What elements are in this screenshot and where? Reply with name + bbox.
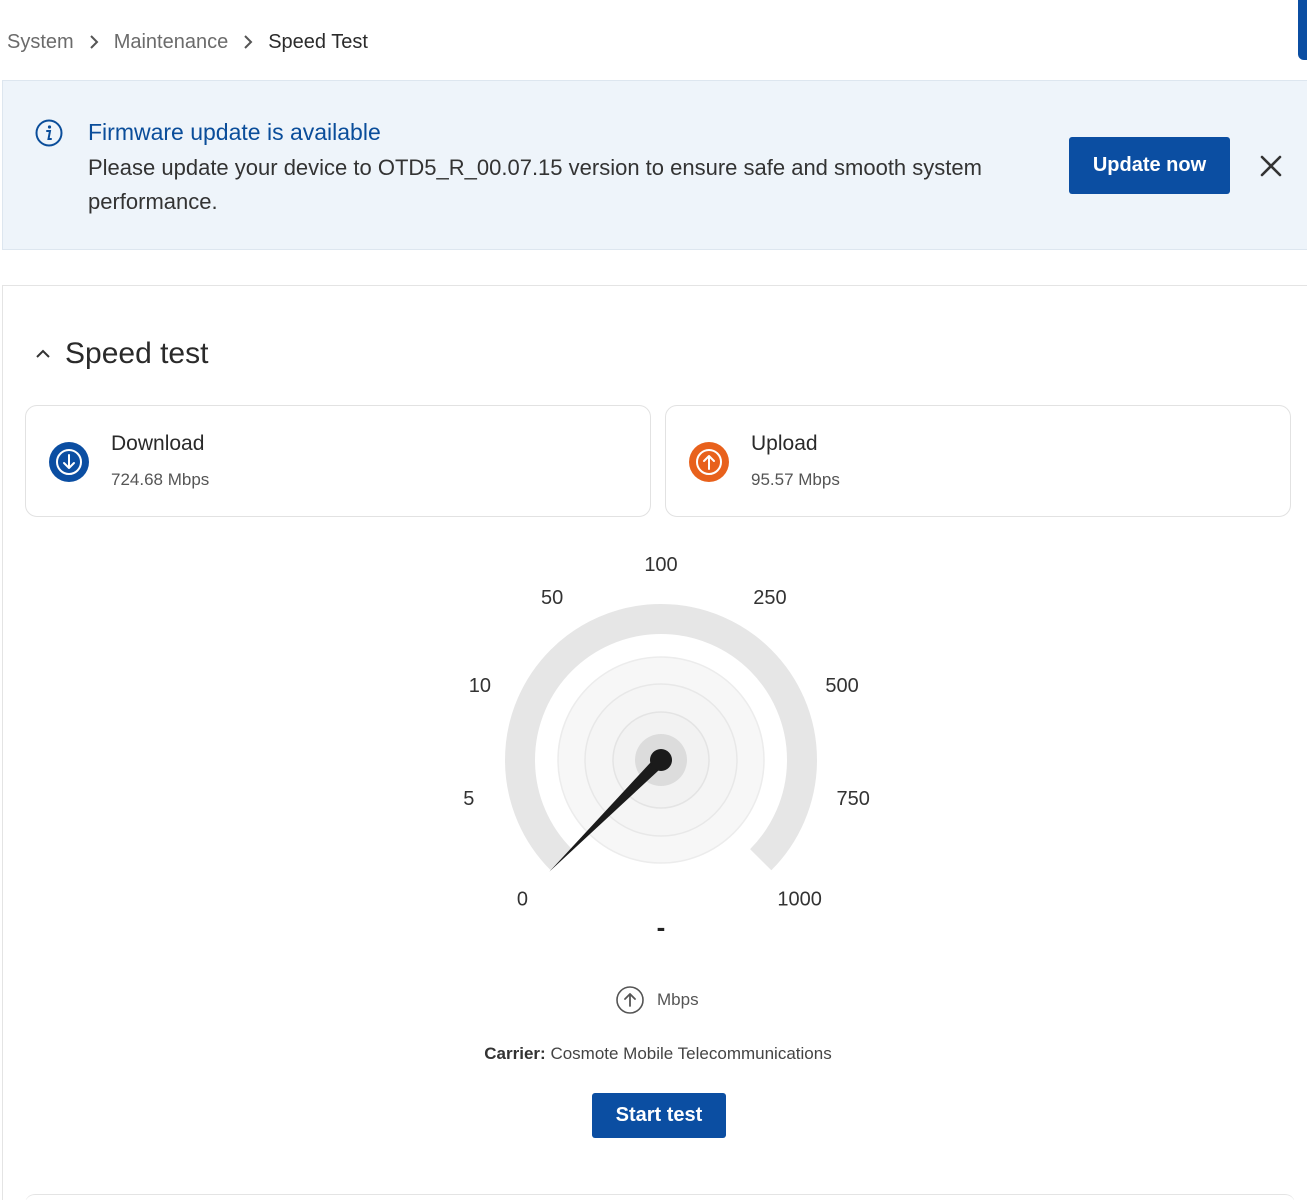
gauge-reading: - (657, 912, 666, 942)
gauge-scale-label: 750 (837, 788, 870, 810)
arrow-down-circle-icon (48, 441, 90, 483)
side-panel-tab[interactable] (1298, 0, 1307, 60)
gauge-scale-label: 1000 (777, 889, 822, 911)
close-icon[interactable] (1257, 152, 1285, 180)
gauge-scale-label: 5 (463, 788, 474, 810)
download-label: Download (111, 432, 205, 455)
firmware-update-banner: Firmware update is available Please upda… (2, 80, 1307, 250)
gauge-scale-label: 100 (644, 554, 677, 576)
unit-label: Mbps (657, 990, 699, 1009)
update-now-button[interactable]: Update now (1069, 137, 1230, 194)
info-icon (34, 118, 64, 148)
banner-title: Firmware update is available (88, 119, 381, 145)
gauge-scale-label: 500 (825, 675, 858, 697)
speed-gauge: 0 5 10 50 100 250 500 750 1000 - (463, 554, 870, 942)
banner-message: Please update your device to OTD5_R_00.0… (88, 155, 982, 214)
gauge-scale-label: 250 (753, 587, 786, 609)
download-value: 724.68 Mbps (111, 470, 210, 489)
arrow-up-circle-icon (615, 985, 645, 1015)
upload-stat-card: Upload 95.57 Mbps (665, 405, 1291, 517)
chevron-right-icon (242, 33, 254, 51)
speed-test-section-toggle[interactable]: Speed test (33, 334, 208, 374)
breadcrumb-maintenance[interactable]: Maintenance (114, 31, 229, 54)
gauge-scale-label: 10 (469, 675, 491, 697)
arrow-up-circle-icon (688, 441, 730, 483)
chevron-right-icon (88, 33, 100, 51)
breadcrumb-system[interactable]: System (7, 31, 74, 54)
upload-label: Upload (751, 432, 818, 455)
carrier-label: Carrier: (484, 1044, 546, 1063)
gauge-face: 0 5 10 50 100 250 500 750 1000 (463, 554, 870, 911)
download-stat-card: Download 724.68 Mbps (25, 405, 651, 517)
next-section-card (25, 1194, 1295, 1200)
breadcrumb: System Maintenance Speed Test (7, 28, 368, 56)
gauge-needle-hub (650, 749, 672, 771)
unit-indicator: Mbps (615, 984, 699, 1016)
section-title: Speed test (65, 337, 209, 370)
breadcrumb-speed-test: Speed Test (268, 30, 368, 53)
upload-value: 95.57 Mbps (751, 470, 840, 489)
speed-test-page: System Maintenance Speed Test Firmware u… (0, 0, 1307, 1200)
chevron-up-icon (33, 344, 53, 364)
carrier-value: Cosmote Mobile Telecommunications (550, 1044, 832, 1063)
gauge-scale-label: 0 (517, 889, 528, 911)
gauge-scale-label: 50 (541, 587, 563, 609)
start-test-button[interactable]: Start test (592, 1093, 726, 1138)
speed-test-card: Speed test Download 724.68 Mbps Upload 9… (2, 285, 1307, 1200)
carrier-info: Carrier: Cosmote Mobile Telecommunicatio… (3, 1044, 1307, 1064)
